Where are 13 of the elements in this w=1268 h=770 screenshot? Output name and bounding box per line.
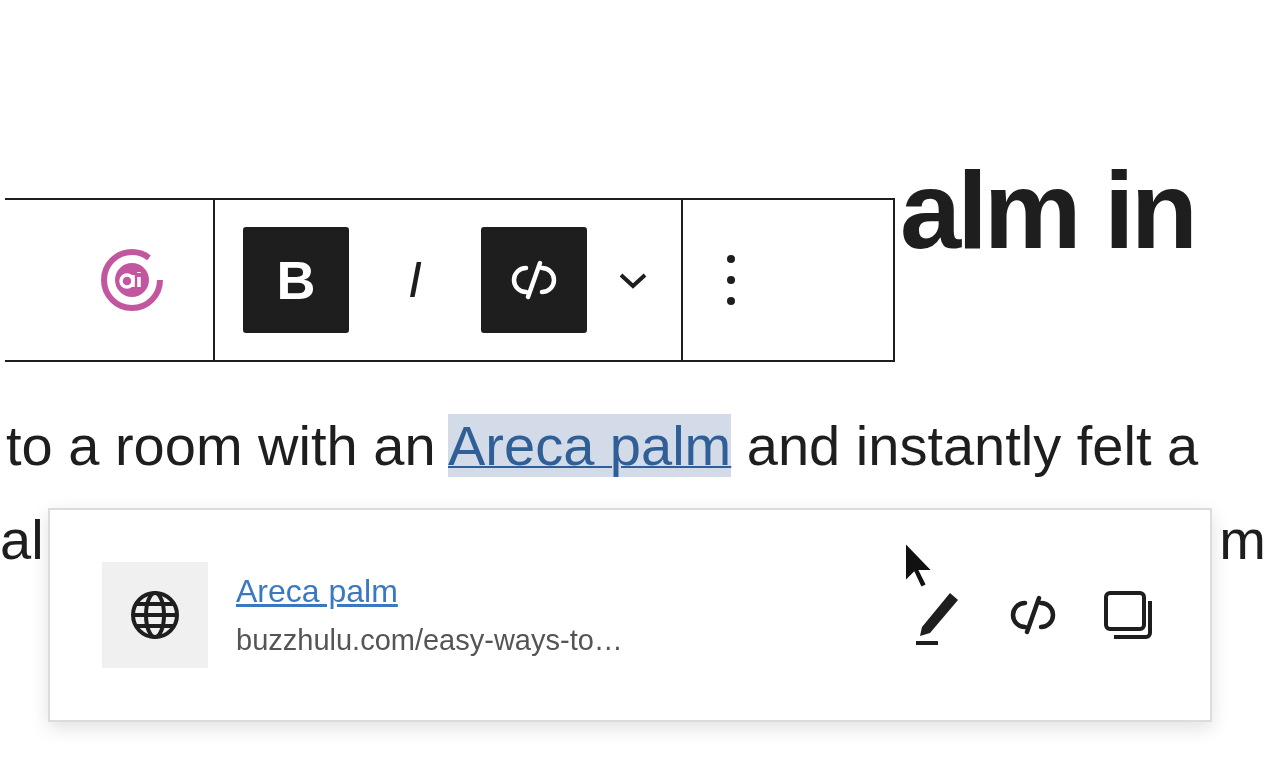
paragraph-fragment: al bbox=[0, 507, 44, 573]
paragraph-text: to a room with an Areca palm and instantly felt a bbox=[6, 413, 1199, 479]
link-url: buzzhulu.com/easy-ways-to… bbox=[236, 624, 623, 657]
vertical-ellipsis-icon bbox=[726, 254, 736, 306]
inline-link[interactable]: Areca palm bbox=[448, 414, 732, 477]
post-heading: alm in bbox=[900, 147, 1194, 265]
italic-button[interactable]: I bbox=[375, 227, 455, 333]
ai-logo-icon bbox=[99, 247, 165, 313]
paragraph-fragment: m bbox=[1219, 507, 1266, 573]
bold-button[interactable]: B bbox=[243, 227, 349, 333]
link-title[interactable]: Areca palm bbox=[236, 573, 623, 610]
unlink-button[interactable] bbox=[481, 227, 587, 333]
globe-icon bbox=[129, 589, 181, 641]
